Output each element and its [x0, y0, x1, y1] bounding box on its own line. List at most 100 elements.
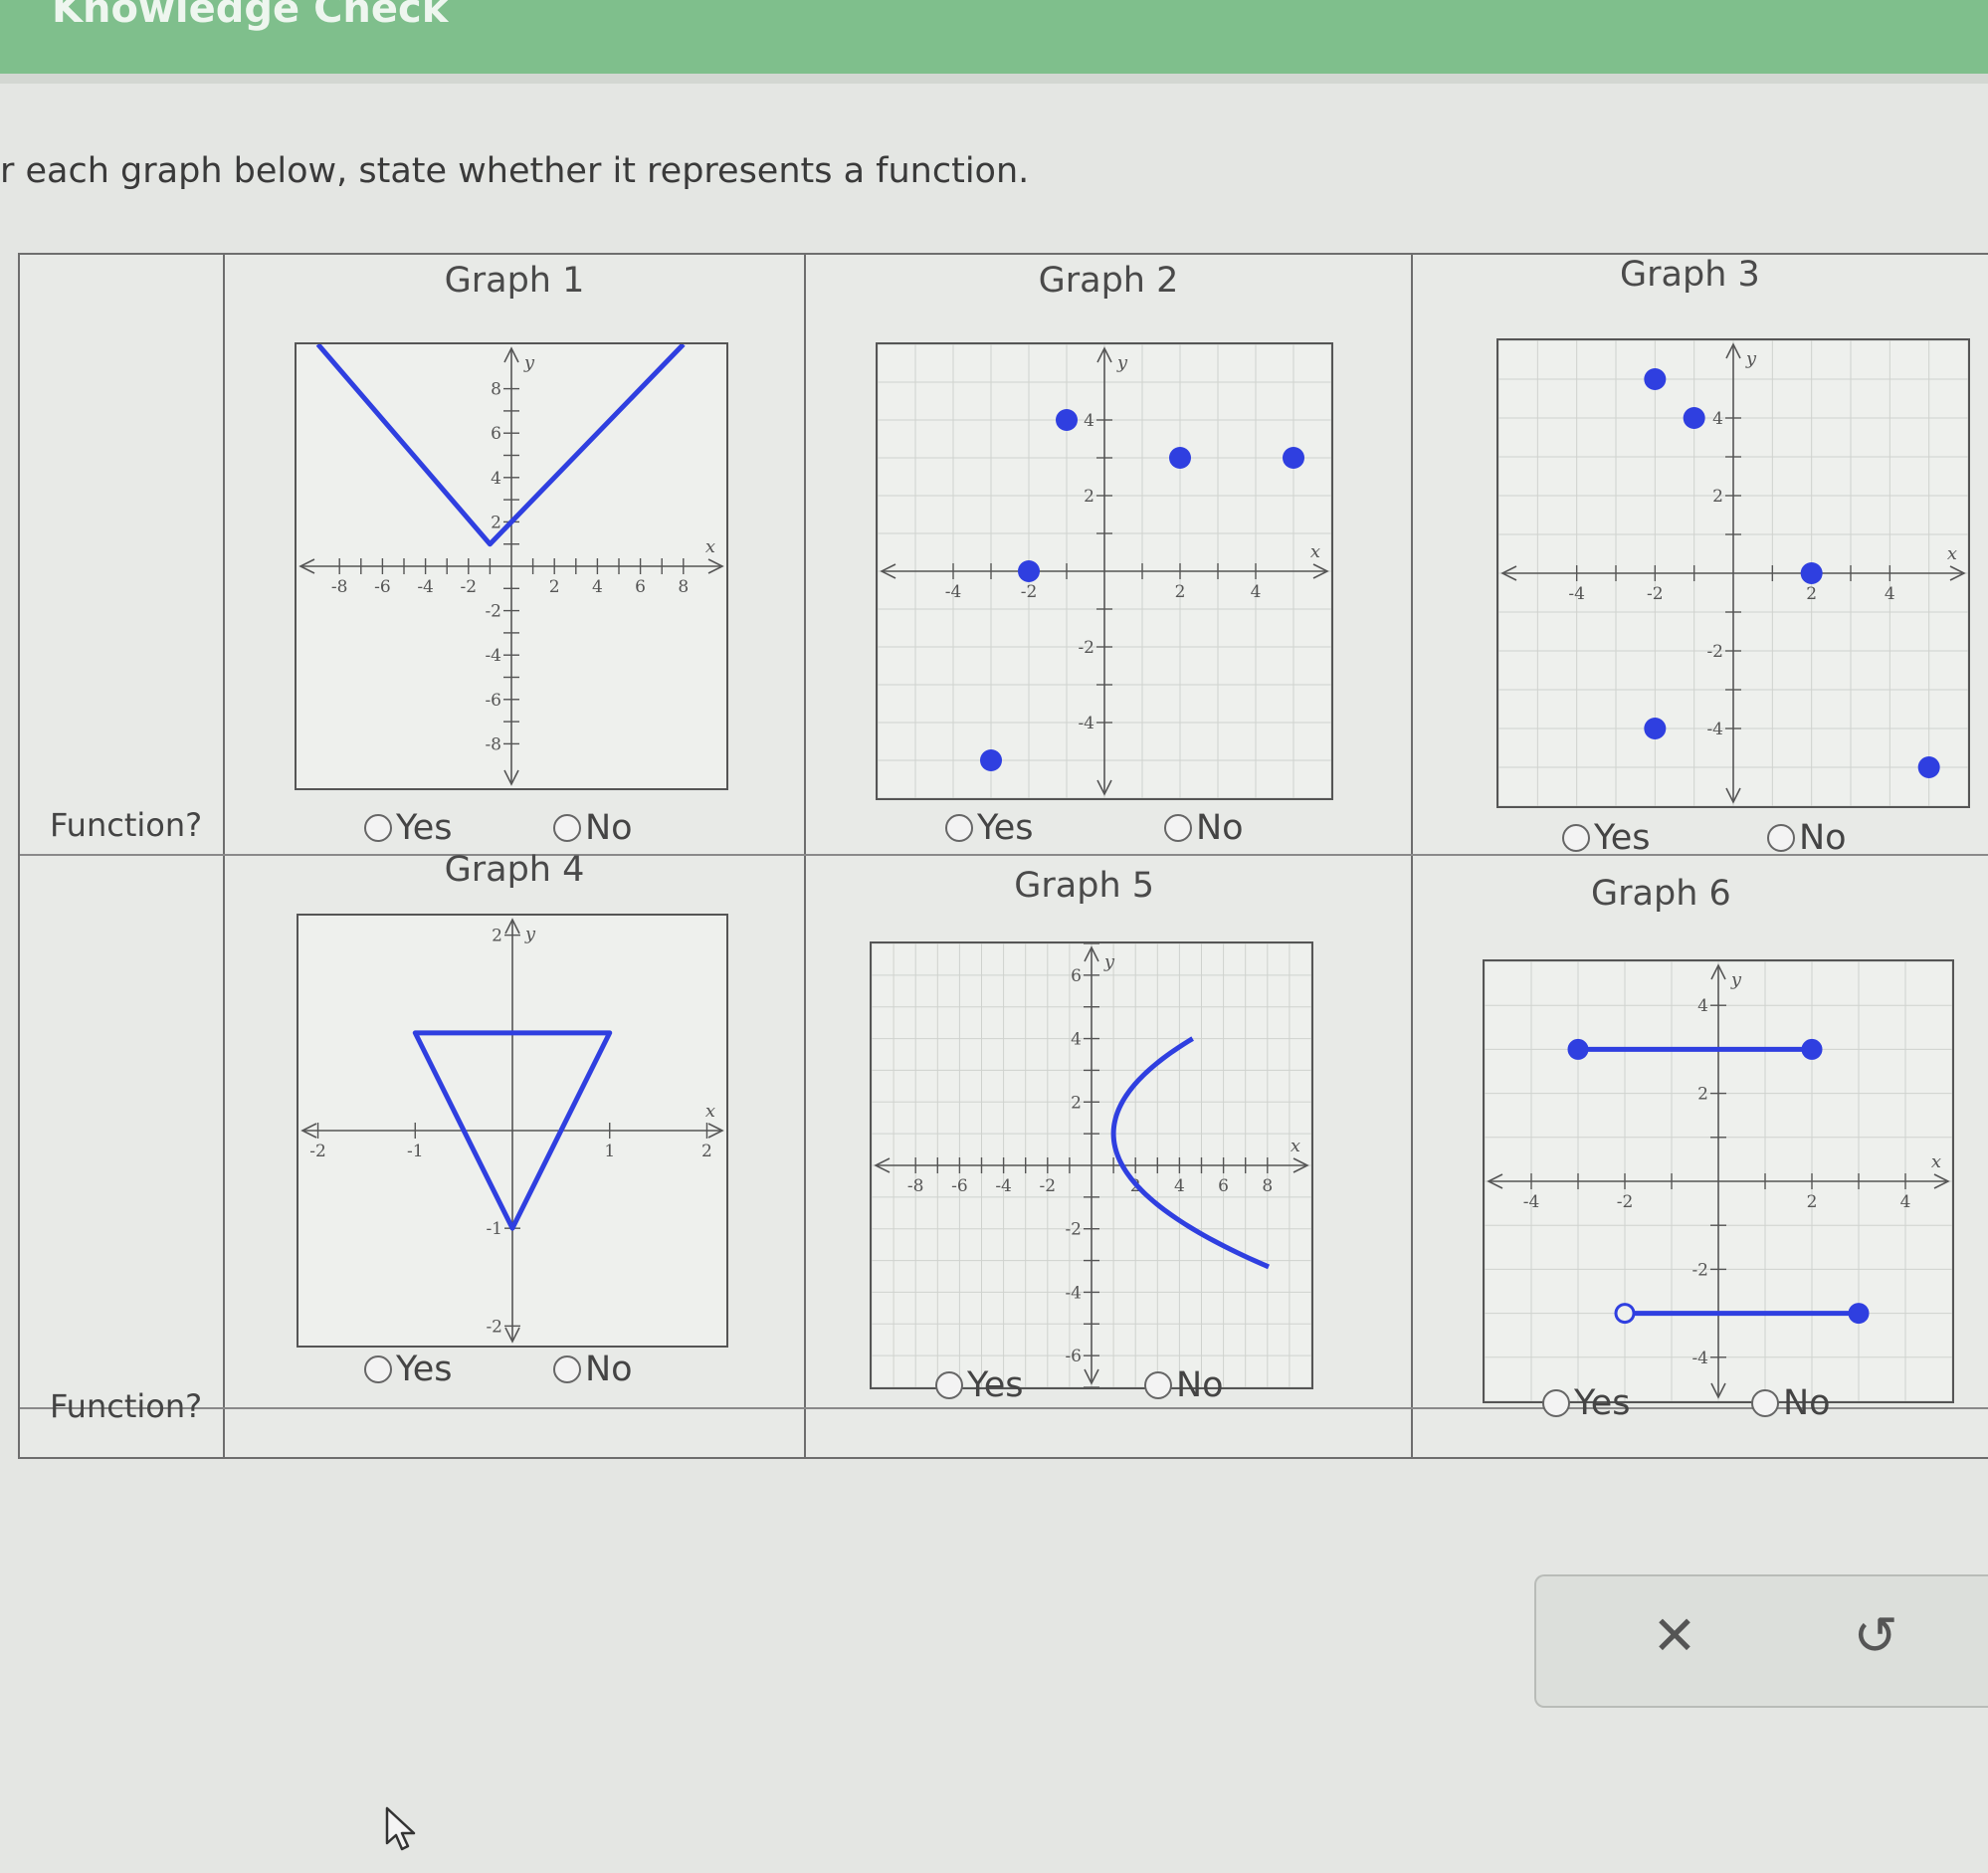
graph-title: Graph 5 — [1014, 866, 1155, 906]
x-tick-label: -2 — [461, 577, 478, 597]
y-axis-label: y — [523, 352, 535, 373]
option-label: Yes — [396, 1350, 453, 1389]
graph-title: Graph 4 — [444, 850, 585, 890]
option-label: Yes — [396, 808, 453, 848]
y-tick-label: 4 — [1712, 409, 1723, 429]
y-tick-label: 2 — [1712, 487, 1723, 507]
y-tick-label: 2 — [1084, 487, 1094, 507]
y-tick-label: -4 — [1691, 1349, 1708, 1368]
graph-plot: -4 -2 2 4 -4 -2 2 4 x y — [876, 342, 1333, 800]
graph-canvas: -2 -1 1 2 -2 -1 2 x y — [300, 918, 724, 1344]
data-point — [980, 749, 1002, 771]
graph-title: Graph 2 — [1038, 261, 1179, 301]
y-tick-label: 4 — [1084, 411, 1094, 431]
row-label-function: Function? — [50, 806, 203, 844]
row-label-function: Function? — [50, 1387, 203, 1425]
clear-button[interactable]: ✕ — [1640, 1604, 1709, 1667]
option-label: Yes — [967, 1365, 1024, 1405]
y-tick-label: 8 — [491, 380, 501, 400]
y-tick-label: 2 — [491, 513, 501, 532]
x-tick-label: 4 — [1174, 1176, 1185, 1196]
radio-circle-icon — [1542, 1389, 1570, 1417]
mouse-pointer-icon — [384, 1805, 418, 1857]
y-tick-label: 2 — [492, 927, 502, 946]
radio-circle-icon — [1767, 824, 1795, 852]
yes-radio[interactable]: Yes — [364, 1350, 453, 1389]
option-label: No — [1783, 1383, 1831, 1423]
y-tick-label: -2 — [1078, 638, 1094, 658]
no-radio[interactable]: No — [1144, 1365, 1224, 1405]
header-title: Knowledge Check — [52, 0, 449, 32]
graph-cell-3: Graph 3 -4 -2 2 4 -4 -2 2 4 x y Yes No — [1413, 255, 1988, 858]
data-point — [1644, 718, 1667, 739]
x-tick-label: 6 — [1218, 1176, 1229, 1196]
x-tick-label: -8 — [907, 1176, 924, 1196]
radio-circle-icon — [935, 1371, 963, 1399]
data-point — [1644, 368, 1667, 390]
x-tick-label: -4 — [1568, 584, 1585, 604]
y-tick-label: 2 — [1071, 1093, 1082, 1113]
y-tick-label: -8 — [485, 734, 501, 754]
x-tick-label: 2 — [701, 1142, 712, 1161]
graph-plot: -2 -1 1 2 -2 -1 2 x y — [297, 914, 728, 1348]
yes-radio[interactable]: Yes — [364, 808, 453, 848]
x-tick-label: -2 — [1021, 582, 1038, 602]
y-tick-label: 2 — [1697, 1085, 1708, 1105]
answer-options: Yes No — [806, 1365, 1411, 1415]
radio-circle-icon — [553, 1355, 581, 1383]
yes-radio[interactable]: Yes — [935, 1365, 1024, 1405]
no-radio[interactable]: No — [553, 808, 633, 848]
open-endpoint — [1614, 1303, 1636, 1325]
data-point — [1683, 407, 1705, 429]
y-tick-label: -4 — [1078, 714, 1094, 733]
closed-endpoint — [1567, 1038, 1589, 1060]
x-axis-label: x — [1947, 543, 1957, 564]
no-radio[interactable]: No — [1751, 1383, 1831, 1423]
graph-table: Function? Function? Graph 1 -8 -6 -4 -2 2 4 6 8… — [18, 253, 1988, 1459]
option-label: Yes — [1594, 818, 1651, 858]
x-tick-label: 2 — [1807, 1192, 1818, 1212]
undo-button[interactable]: ↺ — [1841, 1604, 1910, 1667]
graph-cell-1: Graph 1 -8 -6 -4 -2 2 4 6 8 -8 -6 -4 -2 2 4 6 8 x y Yes N… — [225, 255, 804, 854]
x-axis-label: x — [1931, 1151, 1941, 1172]
graph-canvas: -8 -6 -4 -2 2 4 6 8-8-6-4-22468xy — [298, 344, 724, 786]
option-label: No — [585, 808, 633, 848]
graph-title: Graph 3 — [1620, 255, 1760, 295]
answer-options: Yes No — [1413, 1383, 1988, 1433]
radio-circle-icon — [364, 814, 392, 842]
x-tick-label: 4 — [592, 577, 603, 597]
y-tick-label: -2 — [1065, 1220, 1082, 1240]
radio-circle-icon — [945, 814, 973, 842]
y-tick-label: -2 — [486, 1317, 502, 1337]
graph-cell-2: Graph 2 -4 -2 2 4 -4 -2 2 4 x y Yes No — [806, 255, 1411, 854]
x-tick-label: -6 — [951, 1176, 968, 1196]
option-label: No — [1799, 818, 1847, 858]
yes-radio[interactable]: Yes — [1562, 818, 1651, 858]
graph-title: Graph 1 — [444, 261, 585, 301]
graph-canvas: -8 -6 -4 -2 2 4 6 8-6-4-2246xy — [872, 943, 1311, 1387]
x-tick-label: 2 — [1175, 582, 1186, 602]
yes-radio[interactable]: Yes — [1542, 1383, 1631, 1423]
graph-cell-4: Graph 4 -2 -1 1 2 -2 -1 2 x y Yes No — [225, 850, 804, 1407]
close-icon: ✕ — [1652, 1604, 1697, 1667]
graph-plot: -4 -2 2 4 -4 -2 2 4 x y — [1496, 338, 1970, 808]
graph-canvas: -4 -2 2 4-4-224xy — [1485, 961, 1952, 1401]
x-tick-label: -4 — [995, 1176, 1012, 1196]
x-tick-label: -2 — [1617, 1192, 1634, 1212]
undo-icon: ↺ — [1853, 1604, 1898, 1667]
y-tick-label: 6 — [1071, 966, 1082, 986]
x-tick-label: -2 — [1040, 1176, 1057, 1196]
data-point — [1917, 756, 1940, 778]
no-radio[interactable]: No — [553, 1350, 633, 1389]
x-tick-label: 4 — [1900, 1192, 1911, 1212]
radio-circle-icon — [1164, 814, 1192, 842]
graph-canvas: -4 -2 2 4-4-224xy — [1498, 340, 1968, 806]
yes-radio[interactable]: Yes — [945, 808, 1034, 848]
no-radio[interactable]: No — [1767, 818, 1847, 858]
header-divider — [0, 74, 1988, 84]
no-radio[interactable]: No — [1164, 808, 1244, 848]
graph-plot: -8 -6 -4 -2 2 4 6 8 -6 -4 -2 2 4 6 x y — [870, 941, 1313, 1389]
x-tick-label: -2 — [309, 1142, 326, 1161]
data-point — [1169, 447, 1191, 469]
option-label: Yes — [1574, 1383, 1631, 1423]
